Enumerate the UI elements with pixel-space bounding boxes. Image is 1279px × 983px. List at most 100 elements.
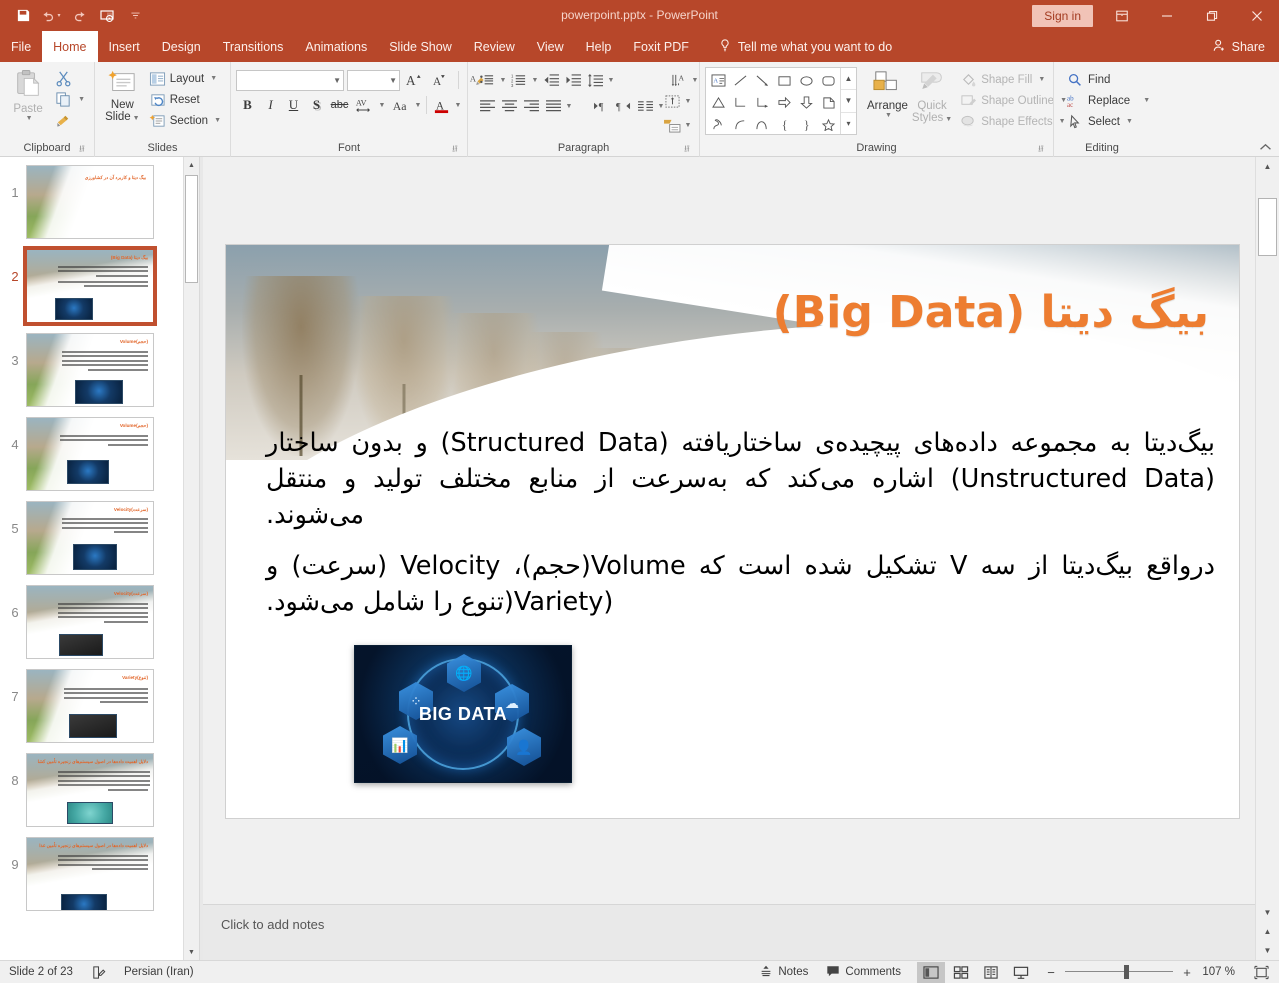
- tab-animations[interactable]: Animations: [294, 31, 378, 62]
- reset-button[interactable]: Reset: [145, 89, 225, 110]
- thumbnail-item-8[interactable]: 8 دلایل اهمیت داده‌ها در اصول سیستم‌های …: [0, 753, 183, 827]
- normal-view-button[interactable]: [917, 961, 945, 983]
- font-color-button[interactable]: A: [430, 94, 453, 116]
- shape-scribble[interactable]: [707, 113, 729, 135]
- shape-right-arrow[interactable]: [773, 91, 795, 113]
- shape-elbow-arrow-connector[interactable]: [751, 91, 773, 113]
- undo-icon[interactable]: ▾: [38, 4, 64, 28]
- select-button[interactable]: Select ▼: [1063, 111, 1154, 132]
- thumbnail-slide[interactable]: (سرعت)Velocity: [26, 585, 154, 659]
- thumbnail-slide[interactable]: دلایل اهمیت داده‌ها در اصول سیستم‌های زن…: [26, 753, 154, 827]
- thumbnail-item-5[interactable]: 5 (سرعت)Velocity: [0, 501, 183, 575]
- tab-insert[interactable]: Insert: [98, 31, 151, 62]
- convert-to-smartart-icon[interactable]: [661, 114, 683, 136]
- slide-vertical-scrollbar[interactable]: ▲ ▼ ▲ ▼: [1255, 157, 1279, 960]
- quick-styles-button[interactable]: Quick Styles ▼: [910, 67, 954, 129]
- align-text-caret[interactable]: ▼: [683, 90, 693, 112]
- reading-view-button[interactable]: [977, 962, 1005, 983]
- customize-qat-icon[interactable]: [122, 4, 148, 28]
- big-data-image[interactable]: 🌐 ⁘ ☁ 📊 👤 BIG DATA: [354, 645, 572, 783]
- thumbnail-item-2[interactable]: 2 بیگ دیتا (Big Data): [0, 246, 183, 326]
- previous-slide-icon[interactable]: ▲: [1256, 922, 1279, 941]
- copy-button[interactable]: ▼: [51, 89, 89, 110]
- thumbnail-item-6[interactable]: 6 (سرعت)Velocity: [0, 585, 183, 659]
- arrange-button[interactable]: Arrange ▼: [865, 67, 910, 122]
- find-button[interactable]: Find: [1063, 69, 1154, 90]
- shapes-gallery[interactable]: A {} ▲ ▼ ▾: [705, 67, 857, 135]
- section-button[interactable]: Section ▼: [145, 110, 225, 131]
- text-direction-icon[interactable]: A: [668, 69, 690, 91]
- tab-view[interactable]: View: [526, 31, 575, 62]
- shape-flowchart-document[interactable]: [817, 91, 839, 113]
- spell-check-icon[interactable]: [82, 961, 115, 983]
- thumbnail-scroll-track[interactable]: [184, 173, 199, 944]
- shape-oval[interactable]: [795, 69, 817, 91]
- shape-line[interactable]: [729, 69, 751, 91]
- chevron-down-icon[interactable]: ▼: [389, 76, 397, 85]
- collapse-ribbon-icon[interactable]: [1257, 139, 1273, 155]
- thumbnail-slide[interactable]: (حجم)Volume: [26, 333, 154, 407]
- bullets-caret[interactable]: ▼: [498, 69, 508, 91]
- tell-me-search[interactable]: Tell me what you want to do: [700, 31, 902, 62]
- layout-button[interactable]: Layout ▼: [145, 68, 225, 89]
- zoom-percentage[interactable]: 107 %: [1201, 966, 1241, 978]
- comments-toggle-button[interactable]: Comments: [817, 961, 910, 983]
- scroll-handle[interactable]: [1258, 198, 1277, 256]
- replace-button[interactable]: ab ac Replace ▼: [1063, 90, 1154, 111]
- zoom-slider-handle[interactable]: [1124, 965, 1130, 979]
- new-slide-button[interactable]: New Slide ▼: [100, 66, 145, 128]
- thumbnail-scroll-up-icon[interactable]: ▲: [184, 157, 199, 173]
- shapes-more-icon[interactable]: ▾: [841, 113, 856, 134]
- decrease-font-size-icon[interactable]: A: [429, 69, 452, 91]
- justify-icon[interactable]: [542, 95, 564, 117]
- shapes-gallery-scrollbar[interactable]: ▲ ▼ ▾: [840, 68, 856, 134]
- format-painter-button[interactable]: [51, 110, 89, 131]
- character-spacing-button[interactable]: AV: [351, 94, 377, 116]
- sign-in-button[interactable]: Sign in: [1032, 4, 1093, 27]
- thumbnail-item-3[interactable]: 3 (حجم)Volume: [0, 333, 183, 407]
- shape-down-arrow[interactable]: [795, 91, 817, 113]
- italic-button[interactable]: I: [259, 94, 282, 116]
- slide-counter[interactable]: Slide 2 of 23: [0, 961, 82, 983]
- smartart-caret[interactable]: ▼: [683, 114, 693, 136]
- shape-arc[interactable]: [751, 113, 773, 135]
- tab-transitions[interactable]: Transitions: [212, 31, 295, 62]
- shape-curve[interactable]: [729, 113, 751, 135]
- zoom-out-button[interactable]: −: [1044, 965, 1058, 980]
- numbering-caret[interactable]: ▼: [530, 69, 540, 91]
- shapes-scroll-down-icon[interactable]: ▼: [841, 90, 856, 113]
- change-case-caret[interactable]: ▼: [413, 94, 423, 116]
- scroll-down-icon[interactable]: ▼: [1256, 903, 1279, 922]
- thumbnail-item-1[interactable]: 1 بیگ دیتا و کاربرد آن در کشاورزی: [0, 165, 183, 239]
- thumbnail-item-7[interactable]: 7 (تنوع)Variety: [0, 669, 183, 743]
- slideshow-view-button[interactable]: [1007, 962, 1035, 983]
- columns-icon[interactable]: [634, 95, 656, 117]
- start-slideshow-icon[interactable]: [94, 4, 120, 28]
- font-size-input[interactable]: ▼: [347, 69, 400, 91]
- font-name-input[interactable]: ▼: [236, 69, 344, 91]
- tab-slide-show[interactable]: Slide Show: [378, 31, 463, 62]
- slide-title[interactable]: بیگ دیتا (Big Data): [773, 287, 1209, 338]
- rtl-direction-icon[interactable]: ¶: [612, 95, 634, 117]
- zoom-slider[interactable]: [1065, 965, 1173, 979]
- chevron-down-icon[interactable]: ▼: [333, 76, 341, 85]
- change-case-button[interactable]: Aa: [387, 94, 413, 116]
- shape-rectangle[interactable]: [773, 69, 795, 91]
- save-icon[interactable]: [10, 4, 36, 28]
- text-shadow-button[interactable]: S: [305, 94, 328, 116]
- slide-canvas[interactable]: بیگ دیتا (Big Data) بیگ‌دیتا به مجموعه د…: [226, 245, 1239, 818]
- thumbnail-scroll-down-icon[interactable]: ▼: [184, 944, 199, 960]
- tab-foxit-pdf[interactable]: Foxit PDF: [622, 31, 700, 62]
- thumbnail-item-4[interactable]: 4 (حجم)Volume: [0, 417, 183, 491]
- thumbnail-slide[interactable]: دلایل اهمیت داده‌ها در اصول سیستم‌های زن…: [26, 837, 154, 911]
- next-slide-icon[interactable]: ▼: [1256, 941, 1279, 960]
- thumbnail-scrollbar[interactable]: ▲ ▼: [183, 157, 199, 960]
- tab-help[interactable]: Help: [575, 31, 623, 62]
- align-right-icon[interactable]: [520, 95, 542, 117]
- justify-caret[interactable]: ▼: [564, 95, 574, 117]
- language-indicator[interactable]: Persian (Iran): [115, 961, 203, 983]
- paragraph-dialog-launcher[interactable]: ⭿: [684, 144, 695, 155]
- line-spacing-icon[interactable]: [584, 69, 606, 91]
- thumbnail-slide[interactable]: (تنوع)Variety: [26, 669, 154, 743]
- decrease-indent-icon[interactable]: [540, 69, 562, 91]
